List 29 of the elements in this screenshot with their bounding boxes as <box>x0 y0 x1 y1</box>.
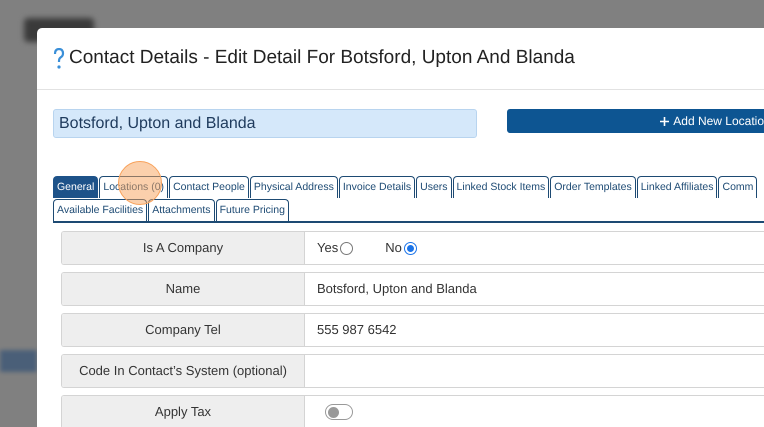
tab[interactable]: Users <box>416 176 452 198</box>
tab[interactable]: Linked Stock Items <box>452 176 550 198</box>
tab[interactable]: Available Facilities <box>53 199 148 221</box>
tab[interactable]: Contact People <box>169 176 249 198</box>
dialog-title: Contact Details - Edit Detail For Botsford, Upton And Blanda <box>69 46 575 70</box>
field-value: 555 987 6542 <box>316 321 398 340</box>
radio-label: Yes <box>317 239 338 258</box>
field-label: Code In Contact’s System (optional) <box>62 355 305 387</box>
field-value: Botsford, Upton and Blanda <box>316 280 478 298</box>
tab[interactable]: Attachments <box>148 199 215 221</box>
tab[interactable]: Physical Address <box>250 176 338 198</box>
field-label: Apply Tax <box>62 396 305 427</box>
toggle-switch[interactable] <box>325 404 353 420</box>
tab[interactable]: Future Pricing <box>216 199 289 221</box>
tab[interactable]: Linked Affiliates <box>636 176 718 198</box>
field-label: Is A Company <box>62 232 305 264</box>
tab[interactable]: General <box>53 176 98 198</box>
tab[interactable]: Invoice Details <box>338 176 416 198</box>
help-icon[interactable] <box>53 48 65 70</box>
field-label: Name <box>62 273 305 305</box>
tab[interactable]: Order Templates <box>550 176 636 198</box>
add-location-button[interactable]: Add New Locatio <box>507 109 764 133</box>
plus-icon <box>660 116 670 126</box>
field-label: Company Tel <box>62 314 305 346</box>
radio-label: No <box>385 239 402 258</box>
radio-button[interactable] <box>404 242 417 254</box>
tab[interactable]: Comm <box>718 176 758 198</box>
name-field[interactable]: Botsford, Upton and Blanda <box>53 109 477 138</box>
radio-button[interactable] <box>340 242 354 254</box>
